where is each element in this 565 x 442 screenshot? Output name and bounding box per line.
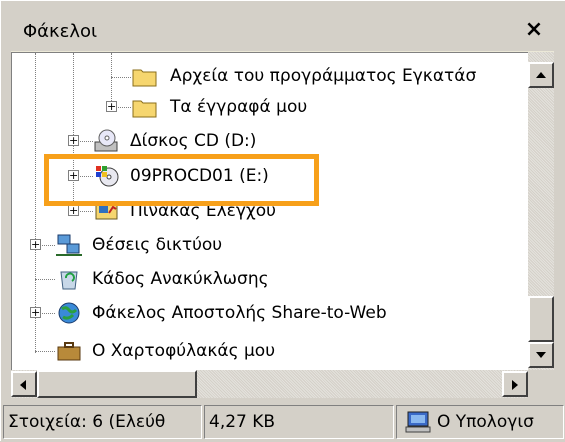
arrow-up-icon — [536, 72, 546, 78]
scroll-up-button[interactable] — [528, 62, 554, 88]
tree-item-label: Κάδος Ανακύκλωσης — [92, 269, 269, 289]
network-places-icon — [56, 234, 82, 256]
folder-icon — [132, 69, 157, 87]
expand-icon[interactable]: + — [106, 101, 117, 112]
vertical-scrollbar[interactable] — [528, 52, 554, 370]
status-bar: Στοιχεία: 6 (Ελεύθ 4,27 KB Ο Υπολογισ — [1, 403, 565, 442]
scroll-right-button[interactable] — [502, 371, 528, 397]
tree-item-control-panel[interactable]: + Πίνακας Ελέγχου — [12, 196, 528, 227]
expand-icon[interactable]: + — [68, 170, 79, 181]
tree-item-program-files[interactable]: Αρχεία του προγράμματος Εγκατάσ — [12, 61, 528, 92]
recycle-bin-icon — [60, 271, 78, 290]
horizontal-scrollbar[interactable] — [11, 370, 528, 398]
tree-item-recycle-bin[interactable]: Κάδος Ανακύκλωσης — [12, 264, 528, 295]
expand-icon[interactable]: + — [68, 135, 79, 146]
tree-item-label: Τα έγγραφά μου — [170, 97, 308, 117]
pane-title: Φάκελοι — [23, 21, 98, 42]
tree-item-briefcase[interactable]: Ο Χαρτοφύλακάς μου — [12, 336, 528, 367]
tree-item-label: Αρχεία του προγράμματος Εγκατάσ — [170, 66, 477, 86]
tree-item-label: Φάκελος Αποστολής Share-to-Web — [92, 303, 387, 323]
cd-drive-icon — [94, 129, 118, 152]
vertical-scroll-thumb[interactable] — [528, 296, 554, 342]
explorer-window: Φάκελοι × Αρχεία του προγράμματος Εγκατά… — [0, 0, 565, 441]
tree-item-label: Δίσκος CD (D:) — [130, 131, 257, 151]
tree-item-network-places[interactable]: + Θέσεις δικτύου — [12, 230, 528, 261]
status-items-count: Στοιχεία: 6 (Ελεύθ — [3, 405, 202, 439]
status-location: Ο Υπολογισ — [396, 405, 564, 439]
scroll-left-button[interactable] — [11, 371, 37, 397]
tree-item-cd-drive-d[interactable]: + Δίσκος CD (D:) — [12, 126, 528, 157]
windows-cd-icon — [96, 166, 119, 187]
folder-tree[interactable]: Αρχεία του προγράμματος Εγκατάσ + Τα έγγ… — [11, 52, 528, 371]
tree-item-share-to-web[interactable]: + Φάκελος Αποστολής Share-to-Web — [12, 298, 528, 329]
tree-item-label: Πίνακας Ελέγχου — [130, 201, 276, 221]
folders-pane-header: Φάκελοι × — [11, 12, 554, 52]
expand-icon[interactable]: + — [68, 205, 79, 216]
close-pane-button[interactable]: × — [524, 19, 544, 41]
tree-item-label: Θέσεις δικτύου — [92, 235, 223, 255]
status-size: 4,27 KB — [204, 405, 394, 439]
scrollbar-corner — [528, 370, 554, 398]
expand-icon[interactable]: + — [30, 307, 41, 318]
status-location-label: Ο Υπολογισ — [437, 412, 534, 432]
control-panel-icon — [95, 202, 118, 220]
horizontal-scroll-thumb[interactable] — [37, 370, 197, 398]
tree-item-label: Ο Χαρτοφύλακάς μου — [92, 341, 276, 361]
arrow-right-icon — [512, 380, 518, 390]
arrow-down-icon — [536, 352, 546, 358]
tree-item-label: 09PROCD01 (E:) — [130, 166, 269, 186]
briefcase-icon — [57, 342, 81, 361]
tree-item-09procd01-e[interactable]: + 09PROCD01 (E:) — [12, 161, 528, 192]
tree-item-my-documents[interactable]: + Τα έγγραφά μου — [12, 92, 528, 123]
web-folder-icon — [58, 302, 80, 324]
expand-icon[interactable]: + — [30, 239, 41, 250]
folder-icon — [132, 100, 157, 118]
computer-icon — [405, 411, 431, 433]
scroll-down-button[interactable] — [528, 342, 554, 368]
arrow-left-icon — [20, 380, 26, 390]
